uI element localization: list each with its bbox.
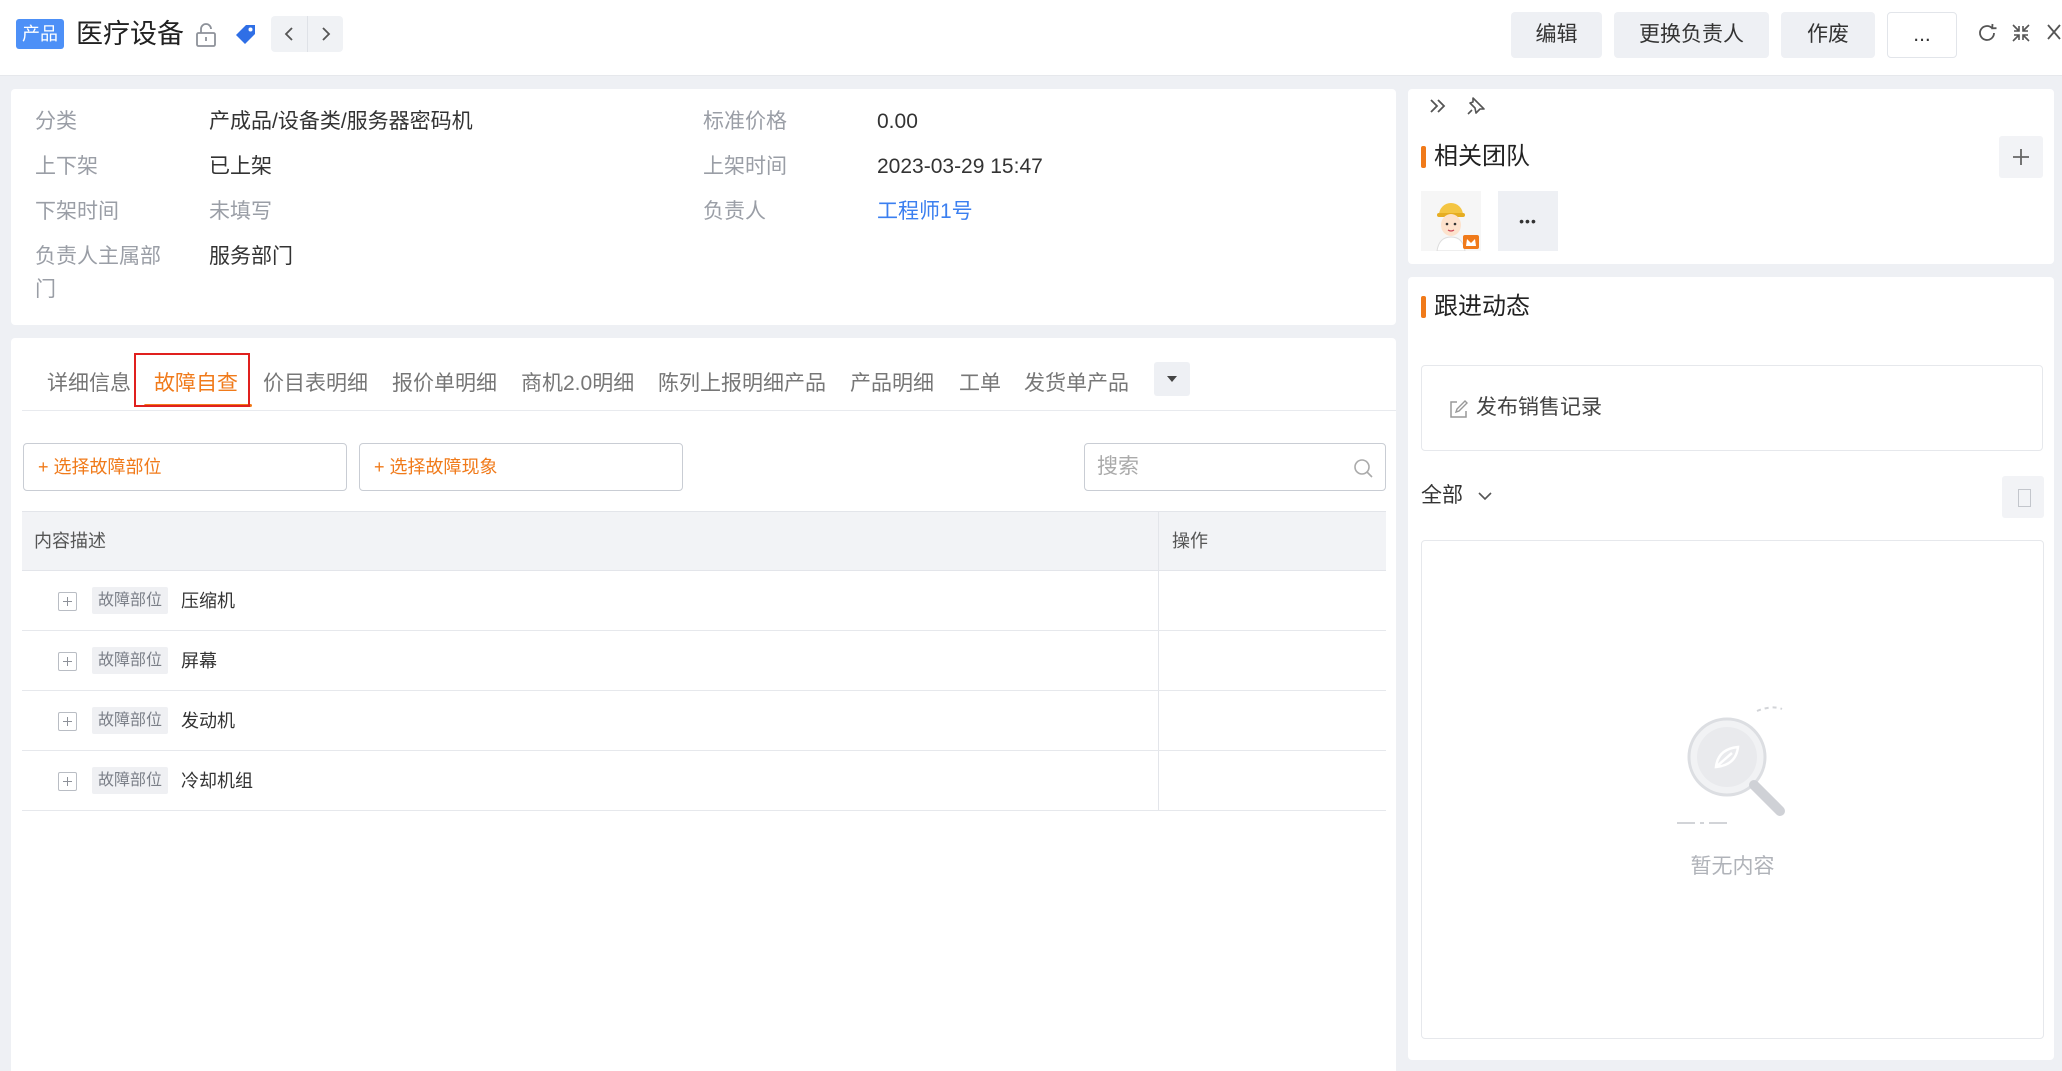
previous-record-button[interactable] — [271, 16, 307, 52]
owner-dept-value: 服务部门 — [209, 245, 293, 268]
fault-part-tag: 故障部位 — [92, 707, 169, 734]
publish-sales-record-label: 发布销售记录 — [1476, 396, 1602, 419]
activity-section-title: 跟进动态 — [1408, 291, 1530, 323]
object-type-badge: 产品 — [16, 19, 64, 49]
next-record-button[interactable] — [307, 16, 343, 52]
category-label: 分类 — [35, 110, 77, 133]
layout-toggle-button[interactable] — [2002, 476, 2044, 518]
chevron-left-icon — [284, 27, 293, 41]
column-separator — [1158, 512, 1159, 570]
fault-table: 内容描述 操作 故障部位 压缩机 故障部位 屏幕 故障部位 发动机 故障部位 冷… — [22, 511, 1386, 811]
on-shelf-time-label: 上架时间 — [703, 155, 787, 178]
tab-detail-info[interactable]: 详细信息 — [47, 364, 131, 404]
row-content: 屏幕 — [181, 651, 217, 671]
edit-button[interactable]: 编辑 — [1511, 12, 1602, 58]
owner-dept-label-wrap: 门 — [35, 278, 56, 301]
top-header: 产品 医疗设备 编辑 更换负责人 作废 ... — [0, 0, 2062, 76]
tab-highlight-frame — [134, 353, 250, 407]
table-header: 内容描述 操作 — [22, 511, 1386, 571]
tab-delivery-product[interactable]: 发货单产品 — [1024, 364, 1129, 404]
chevron-down-icon — [1478, 492, 1492, 501]
tab-opportunity-detail[interactable]: 商机2.0明细 — [521, 364, 634, 404]
edit-icon — [1450, 400, 1468, 418]
close-icon[interactable] — [2046, 22, 2062, 44]
void-button[interactable]: 作废 — [1781, 12, 1875, 58]
tab-quote-detail[interactable]: 报价单明细 — [392, 364, 497, 404]
off-shelf-time-label: 下架时间 — [35, 200, 119, 223]
fault-part-tag: 故障部位 — [92, 647, 169, 674]
filter-label: 全部 — [1421, 484, 1463, 507]
column-separator — [1158, 631, 1159, 690]
tabs-overflow-button[interactable] — [1154, 362, 1190, 396]
caret-down-icon — [1167, 376, 1177, 382]
add-member-button[interactable] — [1999, 136, 2043, 178]
page-title: 医疗设备 — [76, 19, 184, 49]
search-icon[interactable] — [1352, 457, 1374, 479]
off-shelf-time-value: 未填写 — [209, 200, 272, 223]
column-action: 操作 — [1172, 531, 1208, 551]
record-navigation — [271, 16, 343, 52]
plus-icon — [2013, 149, 2029, 165]
expand-icon[interactable] — [58, 652, 77, 671]
expand-icon[interactable] — [58, 772, 77, 791]
shelf-status-value: 已上架 — [209, 155, 272, 178]
empty-state-text: 暂无内容 — [1690, 855, 1775, 878]
collapse-icon[interactable] — [2010, 22, 2032, 44]
table-row: 故障部位 冷却机组 — [22, 751, 1386, 811]
detail-tabs-card: 详细信息 故障自查 价目表明细 报价单明细 商机2.0明细 陈列上报明细产品 产… — [11, 338, 1396, 1071]
publish-sales-record-box[interactable]: 发布销售记录 — [1421, 365, 2043, 451]
double-chevron-right-icon[interactable] — [1428, 96, 1448, 116]
member-avatar[interactable] — [1421, 191, 1481, 251]
tabs-divider — [22, 410, 1396, 411]
empty-magnifier-icon — [1677, 706, 1785, 824]
expand-icon[interactable] — [58, 592, 77, 611]
shelf-status-label: 上下架 — [35, 155, 98, 178]
column-separator — [1158, 691, 1159, 750]
refresh-icon[interactable] — [1976, 22, 1998, 44]
activity-empty-state: 暂无内容 — [1421, 540, 2044, 1039]
column-separator — [1158, 571, 1159, 630]
search-input[interactable] — [1097, 444, 1337, 490]
table-row: 故障部位 压缩机 — [22, 571, 1386, 631]
pin-icon[interactable] — [1465, 95, 1487, 117]
row-content: 压缩机 — [181, 591, 235, 611]
unlock-icon[interactable] — [194, 22, 218, 48]
on-shelf-time-value: 2023-03-29 15:47 — [877, 155, 1043, 178]
price-label: 标准价格 — [703, 110, 787, 133]
tab-price-list-detail[interactable]: 价目表明细 — [263, 364, 368, 404]
fault-part-tag: 故障部位 — [92, 767, 169, 794]
basic-info-card: 分类 产成品/设备类/服务器密码机 标准价格 0.00 上下架 已上架 上架时间… — [11, 89, 1396, 325]
row-content: 发动机 — [181, 711, 235, 731]
row-content: 冷却机组 — [181, 771, 253, 791]
owner-dept-label: 负责人主属部 — [35, 245, 161, 268]
price-value: 0.00 — [877, 110, 918, 133]
table-row: 故障部位 屏幕 — [22, 631, 1386, 691]
table-row: 故障部位 发动机 — [22, 691, 1386, 751]
tab-work-order[interactable]: 工单 — [959, 364, 1001, 404]
tab-product-detail[interactable]: 产品明细 — [850, 364, 934, 404]
team-section-title: 相关团队 — [1408, 141, 1530, 173]
change-owner-button[interactable]: 更换负责人 — [1614, 12, 1769, 58]
fault-part-tag: 故障部位 — [92, 587, 169, 614]
select-fault-part-button[interactable]: + 选择故障部位 — [23, 443, 347, 491]
column-separator — [1158, 751, 1159, 810]
more-members-button[interactable]: ••• — [1498, 191, 1558, 251]
search-box — [1084, 443, 1386, 491]
more-actions-button[interactable]: ... — [1887, 12, 1957, 58]
activity-filter-dropdown[interactable]: 全部 — [1421, 481, 1493, 511]
owner-link[interactable]: 工程师1号 — [877, 197, 973, 227]
select-fault-symptom-button[interactable]: + 选择故障现象 — [359, 443, 683, 491]
tag-icon[interactable] — [232, 21, 260, 49]
chevron-right-icon — [321, 27, 330, 41]
expand-icon[interactable] — [58, 712, 77, 731]
category-value: 产成品/设备类/服务器密码机 — [209, 110, 473, 133]
tab-display-report-product[interactable]: 陈列上报明细产品 — [658, 364, 826, 404]
more-dots: ••• — [1519, 213, 1537, 229]
column-content-description: 内容描述 — [34, 531, 106, 551]
owner-label: 负责人 — [703, 200, 766, 223]
